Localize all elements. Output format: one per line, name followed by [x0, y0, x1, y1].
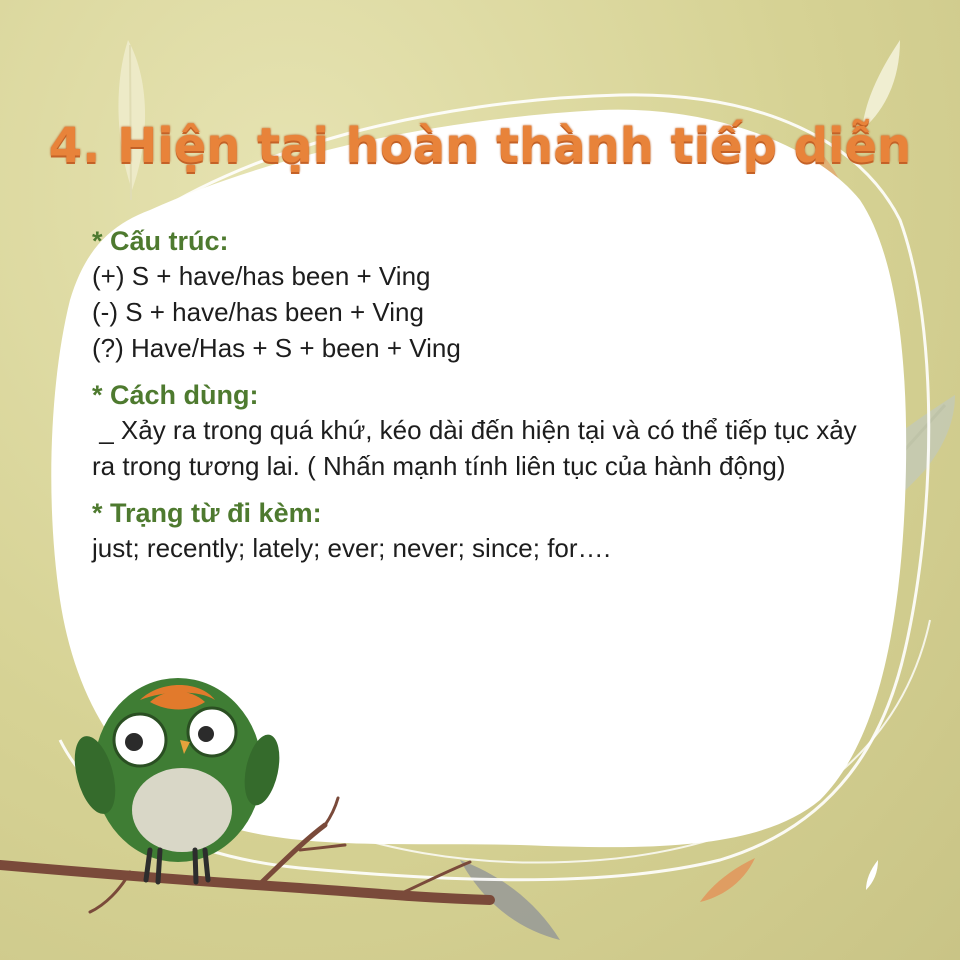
- feather-orange-bottom: [700, 858, 755, 902]
- usage-line-1: _ Xảy ra trong quá khứ, kéo dài đến hiện…: [92, 415, 857, 445]
- usage-heading: * Cách dùng:: [92, 380, 259, 410]
- adverbs-heading: * Trạng từ đi kèm:: [92, 498, 322, 528]
- page-title: 4. Hiện tại hoàn thành tiếp diễn: [48, 118, 912, 174]
- content: * Cấu trúc: (+) S + have/has been + Ving…: [92, 224, 912, 566]
- feather-top-right: [862, 40, 900, 130]
- usage-line-2: ra trong tương lai. ( Nhấn mạnh tính liê…: [92, 451, 786, 481]
- structure-line-positive: (+) S + have/has been + Ving: [92, 261, 431, 291]
- structure-line-question: (?) Have/Has + S + been + Ving: [92, 333, 461, 363]
- adverbs-line: just; recently; lately; ever; never; sin…: [92, 533, 611, 563]
- feather-white-bottom: [866, 860, 878, 890]
- structure-heading: * Cấu trúc:: [92, 226, 229, 256]
- structure-line-negative: (-) S + have/has been + Ving: [92, 297, 424, 327]
- slide: 4. Hiện tại hoàn thành tiếp diễn * Cấu t…: [0, 0, 960, 960]
